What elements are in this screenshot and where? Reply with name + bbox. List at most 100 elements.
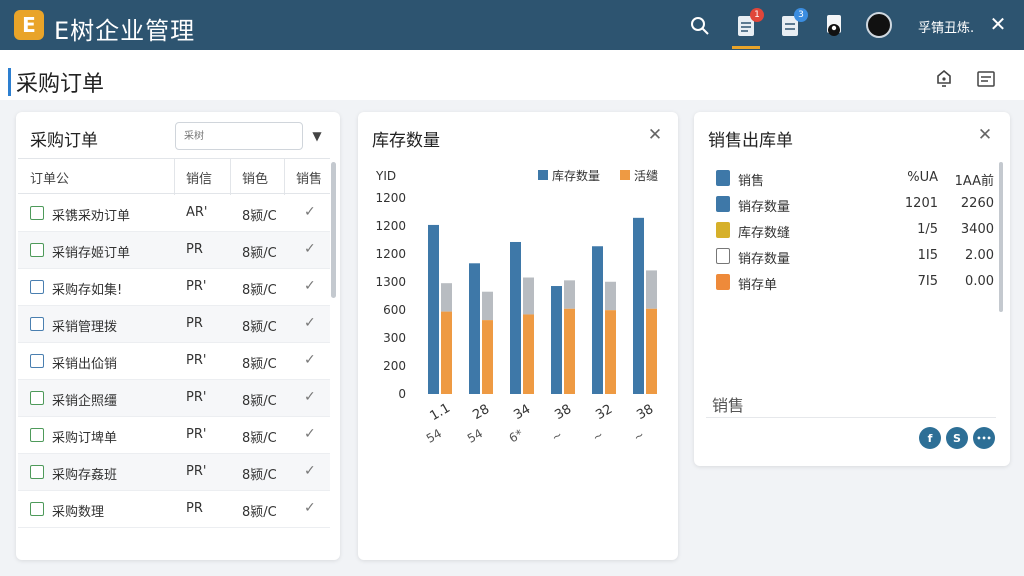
scrollbar[interactable]: [999, 162, 1003, 312]
bar-activity: [605, 310, 616, 394]
divider: [706, 417, 996, 418]
order-name: 采销出佡销: [52, 357, 118, 372]
order-unit: 8颍/C: [242, 357, 277, 372]
document-icon: [716, 248, 730, 264]
list-icon[interactable]: [975, 68, 997, 90]
legend-entry: 库存数量: [552, 168, 600, 183]
table-row[interactable]: 采销出佡销 PR' 8颍/C ✓: [18, 343, 330, 380]
order-code: PR': [186, 279, 207, 294]
purchase-order-panel-title: 采购订单: [30, 131, 98, 151]
chevron-down-icon[interactable]: ▼: [308, 127, 326, 145]
list-item[interactable]: 销存单 7I5 0.00: [712, 269, 1002, 295]
table-row[interactable]: 采购存如集! PR' 8颍/C ✓: [18, 269, 330, 306]
order-code: AR': [186, 205, 208, 220]
table-row[interactable]: 采购数理 PR 8颍/C ✓: [18, 491, 330, 528]
table-row[interactable]: 采购存姦班 PR' 8颍/C ✓: [18, 454, 330, 491]
order-code: PR: [186, 316, 203, 331]
bar-inventory: [510, 241, 521, 394]
order-code: PR': [186, 427, 207, 442]
row-checkbox[interactable]: [30, 428, 44, 442]
file-icon[interactable]: 3: [778, 8, 808, 38]
y-tick-label: 200: [383, 359, 406, 373]
logo-icon: E: [14, 10, 44, 40]
x-tick-sublabel: 6*: [507, 427, 526, 446]
table-header: 订单公 销信 销色 销售: [18, 158, 330, 195]
column-header[interactable]: 销售: [296, 168, 322, 187]
bar-cap: [605, 281, 616, 311]
avatar[interactable]: [866, 12, 892, 38]
list-header: 销售 %UA 1AA前: [712, 165, 1002, 191]
check-icon: ✓: [304, 500, 316, 516]
table-row[interactable]: 采销存姬订单 PR 8颍/C ✓: [18, 232, 330, 269]
bar-cap: [523, 277, 534, 315]
x-tick-sublabel: ~: [549, 427, 565, 444]
row-checkbox[interactable]: [30, 243, 44, 257]
row-checkbox[interactable]: [30, 317, 44, 331]
x-tick-sublabel: 54: [424, 426, 444, 446]
y-tick-label: 1200: [375, 219, 406, 233]
list-item[interactable]: 销存数量 1I5 2.00: [712, 243, 1002, 269]
table-row[interactable]: 采购订埤单 PR' 8颍/C ✓: [18, 417, 330, 454]
inventory-bar-chart: YID 库存数量 活缱 1200 1200 1200 1300 600 300 200 0 1.…: [375, 168, 658, 446]
row-checkbox[interactable]: [30, 280, 44, 294]
check-icon: ✓: [304, 352, 316, 368]
x-tick-sublabel: 54: [465, 426, 485, 446]
more-icon[interactable]: •••: [973, 427, 995, 449]
x-tick-label: 32: [593, 402, 615, 423]
search-input[interactable]: [175, 122, 303, 150]
page-title: 采购订单: [16, 72, 105, 97]
notification-badge: 1: [750, 8, 764, 22]
bar-inventory: [551, 286, 562, 394]
bar-activity: [646, 308, 657, 394]
close-icon[interactable]: ✕: [976, 125, 994, 145]
bar-inventory: [592, 246, 603, 394]
table-row[interactable]: 采销企照缰 PR' 8颍/C ✓: [18, 380, 330, 417]
document-icon: [716, 222, 730, 238]
row-checkbox[interactable]: [30, 354, 44, 368]
check-icon: ✓: [304, 278, 316, 294]
active-indicator: [732, 46, 760, 49]
bar-cap: [646, 270, 657, 309]
y-tick-label: 0: [398, 387, 406, 401]
bell-icon[interactable]: [933, 68, 955, 90]
order-name: 采购存如集!: [52, 283, 123, 298]
check-icon: ✓: [304, 315, 316, 331]
legend-entry: 活缱: [634, 169, 658, 183]
page-title-accent: [8, 68, 11, 96]
close-icon[interactable]: ✕: [986, 12, 1010, 36]
list-item[interactable]: 库存数缝 1/5 3400: [712, 217, 1002, 243]
bar-activity: [482, 320, 493, 394]
y-axis-label: YID: [375, 169, 396, 183]
row-checkbox[interactable]: [30, 502, 44, 516]
row-checkbox[interactable]: [30, 465, 44, 479]
column-header[interactable]: 订单公: [30, 168, 69, 187]
share-icon[interactable]: S: [946, 427, 968, 449]
inventory-chart-title: 库存数量: [372, 131, 440, 151]
y-tick-label: 600: [383, 303, 406, 317]
username[interactable]: 孚锖丑炼.: [918, 17, 974, 36]
search-icon[interactable]: [688, 14, 712, 38]
row-checkbox[interactable]: [30, 206, 44, 220]
y-tick-label: 1300: [375, 275, 406, 289]
table-row[interactable]: 采镌采劝订单 AR' 8颍/C ✓: [18, 195, 330, 232]
list-item[interactable]: 销存数量 1201 2260: [712, 191, 1002, 217]
y-tick-label: 1200: [375, 247, 406, 261]
x-tick-label: 34: [511, 402, 533, 423]
check-icon: ✓: [304, 204, 316, 220]
column-header[interactable]: 销信: [186, 168, 212, 187]
close-icon[interactable]: ✕: [646, 125, 664, 145]
column-header[interactable]: 销色: [242, 168, 268, 187]
order-unit: 8颍/C: [242, 431, 277, 446]
scrollbar[interactable]: [331, 162, 336, 298]
order-name: 采购订埤单: [52, 431, 118, 446]
x-tick-label: 38: [552, 402, 574, 423]
document-icon[interactable]: 1: [734, 8, 764, 38]
order-unit: 8颍/C: [242, 246, 277, 261]
row-checkbox[interactable]: [30, 391, 44, 405]
page-header: [0, 50, 1024, 100]
bar-inventory: [633, 217, 644, 394]
user-card-icon[interactable]: [822, 14, 846, 38]
facebook-icon[interactable]: f: [919, 427, 941, 449]
table-row[interactable]: 采销管理拨 PR 8颍/C ✓: [18, 306, 330, 343]
order-name: 采销管理拨: [52, 320, 118, 335]
